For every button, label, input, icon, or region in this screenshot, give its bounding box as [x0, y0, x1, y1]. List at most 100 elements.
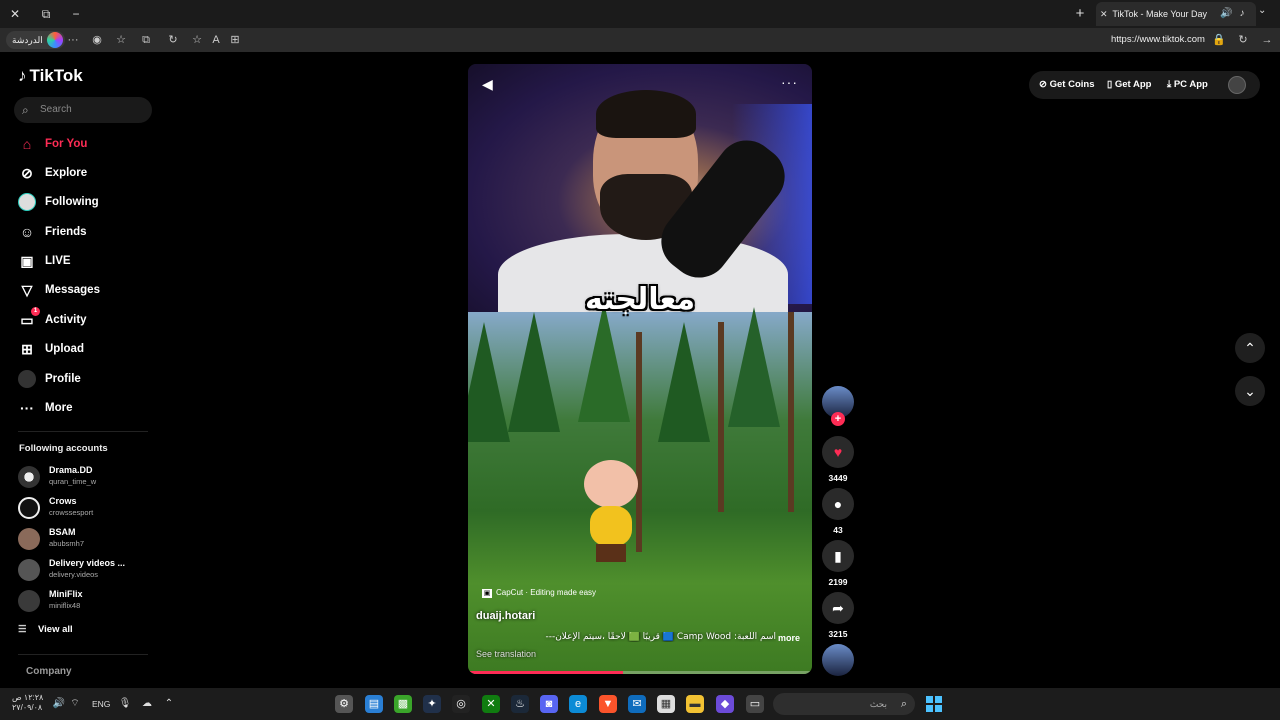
volume-icon[interactable]: ◀: [482, 76, 493, 93]
chevron-up-icon[interactable]: ⌃: [162, 697, 176, 711]
nav-upload[interactable]: ⊞ Upload: [18, 338, 158, 360]
account-item[interactable]: Delivery videos ... delivery.videos: [18, 555, 158, 583]
copilot-button[interactable]: الدردشة: [6, 31, 65, 49]
restore-window-button[interactable]: ⧉: [36, 5, 56, 23]
forward-icon[interactable]: →: [1259, 32, 1275, 48]
clock[interactable]: ١٢:٢٨ ص ٢٧/٠٩/٠٨: [12, 693, 43, 713]
nav-live[interactable]: ▣ LIVE: [18, 250, 158, 272]
close-window-button[interactable]: ✕: [5, 5, 25, 23]
collections-icon[interactable]: ⊞: [227, 32, 243, 48]
follow-plus-icon[interactable]: +: [831, 412, 845, 426]
search-input[interactable]: ⌕ Search: [14, 97, 152, 123]
tab-tiktok[interactable]: ✕ TikTok - Make Your Day 🔊 ♪: [1096, 2, 1256, 26]
outlook-app-icon[interactable]: ✉: [628, 695, 646, 713]
nav-friends[interactable]: ☺ Friends: [18, 221, 158, 243]
edge-app-icon[interactable]: e: [569, 695, 587, 713]
account-item[interactable]: Crows crowssesport: [18, 493, 158, 521]
nav-explore[interactable]: ⊘ Explore: [18, 162, 158, 184]
account-item[interactable]: Drama.DD quran_time_w: [18, 462, 158, 490]
sound-avatar-button[interactable]: [820, 644, 856, 676]
windows-start-icon[interactable]: [926, 696, 942, 712]
avatar: [18, 497, 40, 519]
xbox-app-icon[interactable]: ✕: [482, 695, 500, 713]
comment-count: 43: [833, 525, 843, 535]
favorites-icon[interactable]: ☆: [113, 32, 129, 48]
taskbar-search-placeholder: بحث: [869, 699, 887, 709]
description-more-button[interactable]: more: [778, 633, 800, 643]
account-name: Crows: [49, 496, 77, 506]
share-button[interactable]: ➦ 3215: [820, 592, 856, 639]
user-avatar[interactable]: [1228, 76, 1246, 94]
microphone-tray-icon[interactable]: 🎙: [118, 697, 132, 711]
nav-label: LIVE: [45, 255, 71, 267]
file-explorer-app-icon[interactable]: ▬: [686, 695, 704, 713]
volume-tray-icon[interactable]: 🔊: [52, 697, 66, 711]
nav-activity[interactable]: ▭ 1 Activity: [18, 307, 158, 331]
office-app-icon[interactable]: ◆: [716, 695, 734, 713]
settings-app-icon[interactable]: ⚙: [335, 695, 353, 713]
see-translation-link[interactable]: See translation: [476, 649, 536, 659]
extensions-icon[interactable]: ⧉: [138, 32, 154, 48]
company-link[interactable]: Company: [26, 666, 72, 677]
lock-icon[interactable]: 🔒: [1211, 32, 1227, 48]
refresh-icon[interactable]: ↻: [165, 32, 181, 48]
heart-icon: ♥: [822, 436, 854, 468]
tree: [578, 302, 630, 422]
discord-app-icon[interactable]: ◙: [540, 695, 558, 713]
search-placeholder: Search: [40, 104, 72, 115]
get-coins-button[interactable]: ⊘ Get Coins: [1039, 71, 1094, 99]
nav-for-you[interactable]: ⌂ For You: [18, 133, 158, 155]
more-menu-icon[interactable]: ···: [65, 32, 81, 48]
nav-profile[interactable]: Profile: [18, 368, 158, 390]
read-aloud-icon[interactable]: A: [208, 32, 224, 48]
video-progress-bar[interactable]: [468, 671, 812, 674]
new-tab-button[interactable]: +: [1072, 5, 1088, 23]
reload-icon[interactable]: ↻: [1235, 32, 1251, 48]
video-player[interactable]: ▣ CapCut · Editing made easy duaij.hotari…: [468, 64, 812, 674]
minecraft-app-icon[interactable]: ▩: [394, 695, 412, 713]
steam-app-icon[interactable]: ♨: [511, 695, 529, 713]
view-all-link[interactable]: ☰ View all: [18, 624, 73, 635]
nav-more[interactable]: ··· More: [18, 397, 158, 419]
notepad-app-icon[interactable]: ▤: [365, 695, 383, 713]
minimize-window-button[interactable]: −: [66, 5, 86, 23]
obs-app-icon[interactable]: ◎: [452, 695, 470, 713]
get-app-button[interactable]: ▯ Get App: [1107, 71, 1151, 99]
taskbar-search[interactable]: بحث ⌕: [773, 693, 915, 715]
previous-video-button[interactable]: ⌃: [1235, 333, 1265, 363]
video-author[interactable]: duaij.hotari: [476, 610, 535, 622]
add-favorite-icon[interactable]: ☆: [189, 32, 205, 48]
save-button[interactable]: ▮ 2199: [820, 540, 856, 587]
pc-app-button[interactable]: ⤓ PC App: [1167, 71, 1208, 99]
account-item[interactable]: BSAM abubsmh7: [18, 524, 158, 552]
tiktok-logo[interactable]: ♪ TikTok: [18, 66, 83, 86]
wifi-icon[interactable]: ⌔: [68, 697, 82, 711]
window-app-icon[interactable]: ▭: [746, 695, 764, 713]
brave-app-icon[interactable]: ▼: [599, 695, 617, 713]
store-app-icon[interactable]: ▦: [657, 695, 675, 713]
creator-avatar-button[interactable]: +: [820, 386, 856, 426]
account-item[interactable]: MiniFlix miniflix48: [18, 586, 158, 614]
url-field[interactable]: https://www.tiktok.com: [1111, 33, 1205, 47]
address-bar: الدردشة ··· ◉ ☆ ⧉ ↻ ☆ A ⊞ https://www.ti…: [0, 28, 1280, 52]
cursor-app-icon[interactable]: ✦: [423, 695, 441, 713]
nav-following[interactable]: Following: [18, 191, 158, 213]
capcut-tag[interactable]: ▣ CapCut · Editing made easy: [482, 588, 596, 598]
profile-icon[interactable]: ◉: [89, 32, 105, 48]
next-video-button[interactable]: ⌄: [1235, 376, 1265, 406]
character-legs: [596, 544, 626, 562]
close-tab-icon[interactable]: ✕: [1100, 2, 1110, 26]
tab-menu-chevron-icon[interactable]: ⌄: [1258, 5, 1266, 16]
character-body: [590, 506, 632, 546]
nav-messages[interactable]: ▽ Messages: [18, 279, 158, 301]
onedrive-icon[interactable]: ☁: [140, 697, 154, 711]
like-button[interactable]: ♥ 3449: [820, 436, 856, 483]
clock-date: ٢٧/٠٩/٠٨: [12, 703, 43, 712]
language-indicator[interactable]: ENG: [92, 699, 110, 709]
taskbar: ١٢:٢٨ ص ٢٧/٠٩/٠٨ 🔊 ⌔ ENG 🎙 ☁ ⌃ ⚙ ▤ ▩ ✦ ◎…: [0, 688, 1280, 720]
following-avatar-icon: [18, 193, 36, 211]
video-more-icon[interactable]: ···: [781, 74, 798, 90]
tiktok-note-icon: ♪: [18, 66, 27, 85]
comment-button[interactable]: ● 43: [820, 488, 856, 535]
speaker-icon[interactable]: 🔊: [1220, 8, 1232, 20]
